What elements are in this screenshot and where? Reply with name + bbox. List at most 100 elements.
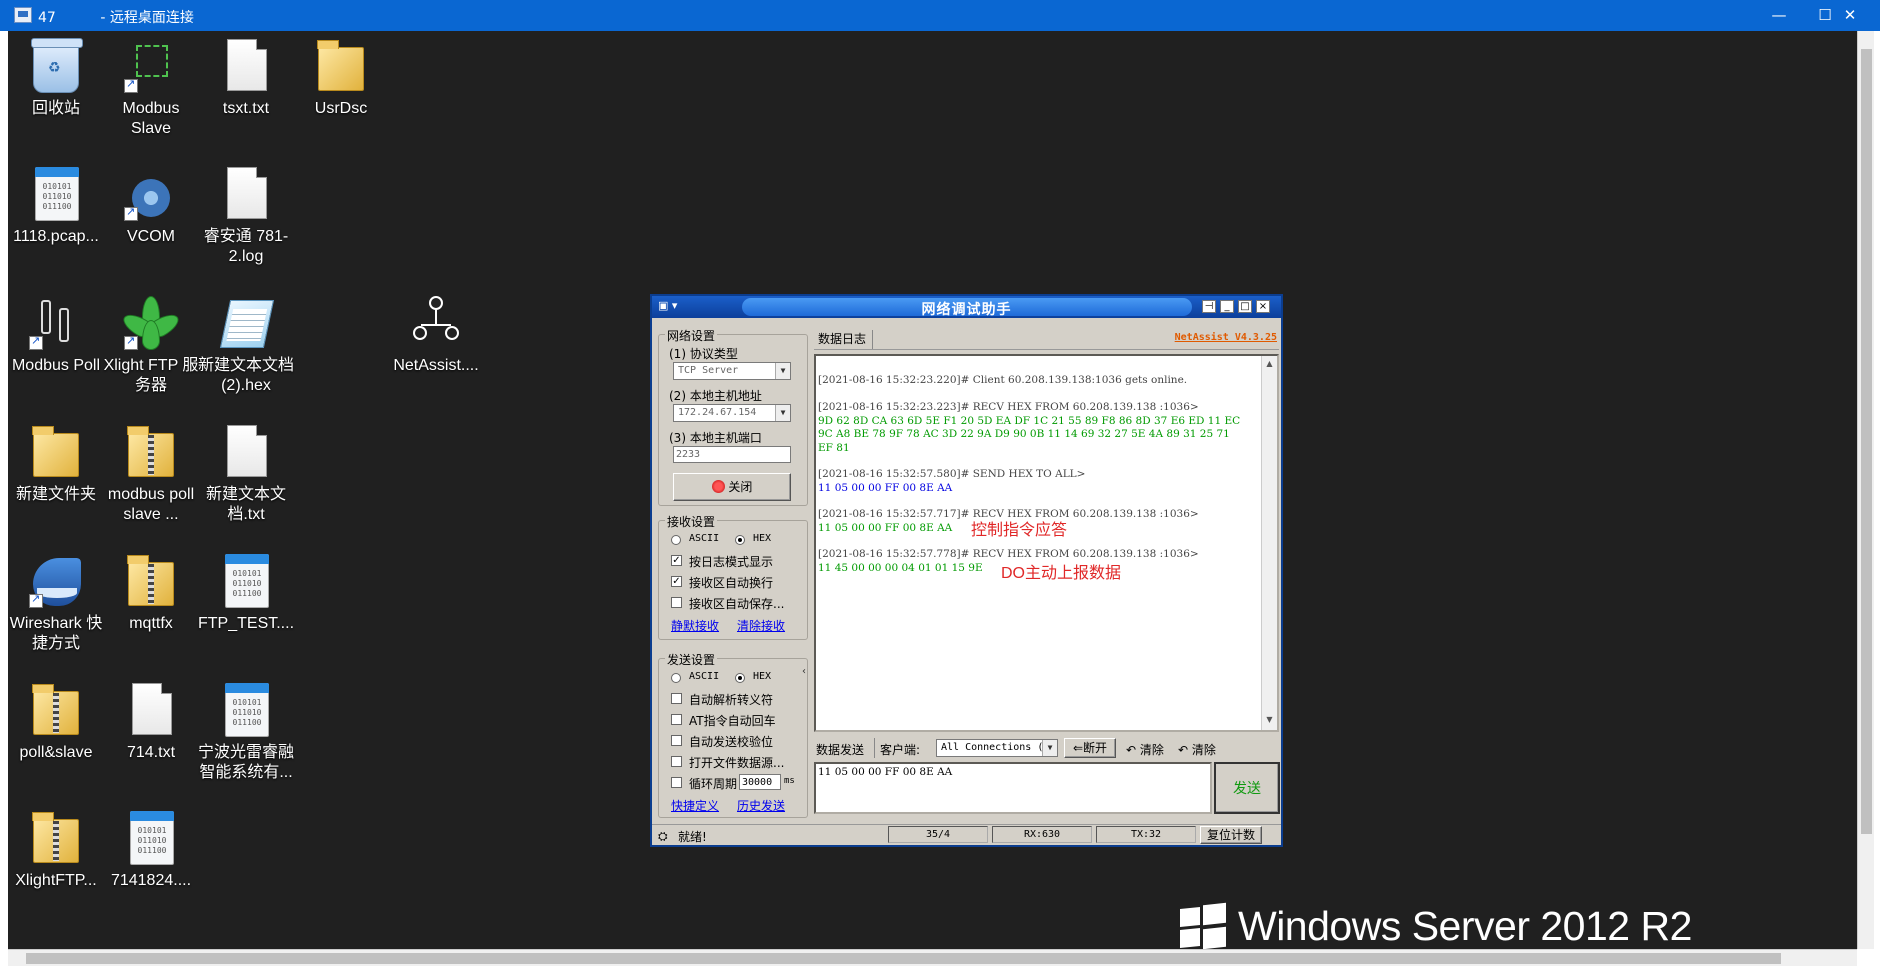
- text-file-icon: [217, 165, 275, 223]
- red-light-icon: [711, 480, 725, 493]
- desktop-icon-new-text[interactable]: 新建文本文 档.txt: [198, 423, 294, 525]
- clear-send-button[interactable]: ↶ 清除: [1126, 741, 1164, 758]
- desktop-icon-pcap[interactable]: 010101 011010 011100 1118.pcap...: [8, 165, 104, 247]
- rdp-title-bar: 47 - 远程桌面连接 — ☐ ✕: [0, 0, 1880, 31]
- panel-splitter[interactable]: ‹: [802, 526, 810, 818]
- minimize-button[interactable]: —: [1756, 0, 1802, 31]
- vcom-icon: [122, 165, 180, 223]
- xlight-icon: [119, 294, 183, 352]
- desktop-horizontal-scrollbar[interactable]: [8, 949, 1857, 966]
- send-textarea[interactable]: 11 05 00 00 FF 00 8E AA: [814, 762, 1212, 814]
- desktop-icon-714-txt[interactable]: 714.txt: [103, 681, 199, 763]
- auto-newline-checkbox[interactable]: ✓: [671, 576, 682, 587]
- maximize-icon[interactable]: □: [1238, 300, 1252, 313]
- binary-file-icon: 010101 011010 011100: [122, 809, 180, 867]
- desktop-icon-xlightftp-zip[interactable]: XlightFTP...: [8, 809, 104, 891]
- version-link[interactable]: NetAssist V4.3.25: [1175, 332, 1277, 343]
- annotation-report: DO主动上报数据: [1001, 565, 1122, 582]
- pin-icon[interactable]: ⊣: [1202, 300, 1216, 313]
- send-settings-group: 发送设置 ASCII HEX 自动解析转义符 AT指令自动回车 自动发送校验位 …: [658, 651, 808, 818]
- windows-logo-icon: [1180, 902, 1226, 950]
- tab-data-log[interactable]: 数据日志: [816, 330, 874, 349]
- send-button[interactable]: 发送: [1214, 762, 1280, 814]
- log-line: 11 05 00 00 FF 00 8E AA: [818, 482, 953, 494]
- desktop-icon-mqttfx[interactable]: mqttfx: [103, 552, 199, 634]
- desktop-icon-usrdsc[interactable]: UsrDsc: [293, 37, 389, 119]
- log-mode-checkbox[interactable]: ✓: [671, 555, 682, 566]
- send-history-link[interactable]: 历史发送: [737, 797, 785, 814]
- zip-folder-icon: [122, 423, 180, 481]
- desktop-icon-recycle-bin[interactable]: ♻ 回收站: [8, 37, 104, 119]
- folder-icon: [312, 37, 370, 95]
- log-line: 9D 62 8D CA 63 6D 5E F1 20 5D EA DF 1C 2…: [818, 415, 1241, 427]
- send-hex-radio[interactable]: [735, 673, 745, 683]
- auto-checksum-checkbox[interactable]: [671, 735, 682, 746]
- desktop-icon-xlight-ftp[interactable]: Xlight FTP 服务器: [103, 294, 199, 396]
- desktop-icon-hex[interactable]: 新建文本文档 (2).hex: [198, 294, 294, 396]
- log-line: 11 45 00 00 00 04 01 01 15 9E: [818, 562, 983, 574]
- desktop-icon-netassist[interactable]: NetAssist....: [388, 294, 484, 376]
- desktop-vertical-scrollbar[interactable]: [1857, 31, 1874, 949]
- auto-escape-checkbox[interactable]: [671, 693, 682, 704]
- status-icon: ⛭: [658, 829, 668, 843]
- desktop-icon-modbus-poll-slave[interactable]: modbus poll slave ...: [103, 423, 199, 525]
- disconnect-button[interactable]: ⇐断开: [1064, 738, 1116, 758]
- status-bar: ⛭ 就绪! 35/4 RX:630 TX:32 复位计数: [652, 824, 1281, 845]
- remote-desktop-icon: [14, 7, 32, 23]
- text-file-icon: [217, 423, 275, 481]
- recv-settings-group: 接收设置 ASCII HEX ✓ 按日志模式显示 ✓ 接收区自动换行 接收区自动…: [658, 513, 808, 640]
- scroll-up-icon: ▲: [1266, 359, 1273, 368]
- open-file-checkbox[interactable]: [671, 756, 682, 767]
- desktop-icon-modbus-slave[interactable]: Modbus Slave: [103, 37, 199, 139]
- send-ascii-radio[interactable]: [671, 673, 681, 683]
- close-connection-button[interactable]: 关闭: [673, 473, 791, 501]
- reset-count-button[interactable]: 复位计数: [1200, 826, 1262, 844]
- loop-send-checkbox[interactable]: [671, 777, 682, 788]
- zip-folder-icon: [122, 552, 180, 610]
- auto-save-checkbox[interactable]: [671, 597, 682, 608]
- desktop-icon-7141824[interactable]: 010101 011010 011100 7141824....: [103, 809, 199, 891]
- desktop-icon-vcom[interactable]: VCOM: [103, 165, 199, 247]
- annotation-reply: 控制指令应答: [971, 522, 1068, 539]
- log-line: 11 05 00 00 FF 00 8E AA: [818, 522, 953, 534]
- shortcut-define-link[interactable]: 快捷定义: [671, 797, 719, 814]
- protocol-select[interactable]: TCP Server ▼: [673, 362, 791, 380]
- recycle-bin-icon: ♻: [27, 37, 85, 95]
- binary-file-icon: 010101 011010 011100: [217, 552, 275, 610]
- port-input[interactable]: 2233: [673, 446, 791, 463]
- client-select[interactable]: All Connections (1) ▼: [936, 739, 1058, 757]
- notepad-icon: [217, 294, 275, 352]
- binary-file-icon: 010101 011010 011100: [27, 165, 85, 223]
- log-scrollbar[interactable]: ▲ ▼: [1261, 356, 1277, 730]
- netassist-title-bar[interactable]: ▣ ▾ 网络调试助手 ⊣ _ □ ×: [652, 296, 1281, 318]
- binary-file-icon: 010101 011010 011100: [217, 681, 275, 739]
- desktop-icon-wireshark[interactable]: Wireshark 快 捷方式: [8, 552, 104, 654]
- send-toolbar: 数据发送 客户端: All Connections (1) ▼ ⇐断开 ↶ 清除 …: [814, 736, 1279, 760]
- at-crlf-checkbox[interactable]: [671, 714, 682, 725]
- minimize-icon[interactable]: _: [1220, 300, 1234, 313]
- close-icon[interactable]: ×: [1256, 300, 1270, 313]
- recv-hex-radio[interactable]: [735, 535, 745, 545]
- chevron-left-icon: ‹: [802, 666, 806, 677]
- tab-data-send[interactable]: 数据发送: [816, 741, 864, 758]
- close-button[interactable]: ✕: [1825, 0, 1875, 31]
- netassist-icon: [407, 294, 465, 352]
- receive-log-area[interactable]: [2021-08-16 15:32:23.220]# Client 60.208…: [814, 354, 1279, 732]
- desktop-icon-poll-slave[interactable]: poll&slave: [8, 681, 104, 763]
- desktop-icon-new-folder[interactable]: 新建文件夹: [8, 423, 104, 505]
- desktop-icon-log[interactable]: 睿安通 781-2.log: [198, 165, 294, 267]
- desktop-icon-ftp-test[interactable]: 010101 011010 011100 FTP_TEST....: [198, 552, 294, 634]
- os-brand-text: Windows Server 2012 R2: [1238, 903, 1692, 949]
- desktop-icon-ningbo[interactable]: 010101 011010 011100 宁波光雷睿融 智能系统有...: [198, 681, 294, 783]
- loop-period-input[interactable]: 30000: [739, 774, 781, 790]
- scroll-down-icon: ▼: [1266, 715, 1273, 724]
- clear-receive-link[interactable]: 清除接收: [737, 617, 785, 634]
- recv-ascii-radio[interactable]: [671, 535, 681, 545]
- host-ip-select[interactable]: 172.24.67.154 ▼: [673, 404, 791, 422]
- undo-icon: ↶: [1126, 743, 1137, 757]
- undo-icon: ↶: [1178, 743, 1189, 757]
- desktop-icon-modbus-poll[interactable]: Modbus Poll: [8, 294, 104, 376]
- silent-receive-link[interactable]: 静默接收: [671, 617, 719, 634]
- clear-all-button[interactable]: ↶ 清除: [1178, 741, 1216, 758]
- desktop-icon-tsxt-txt[interactable]: tsxt.txt: [198, 37, 294, 119]
